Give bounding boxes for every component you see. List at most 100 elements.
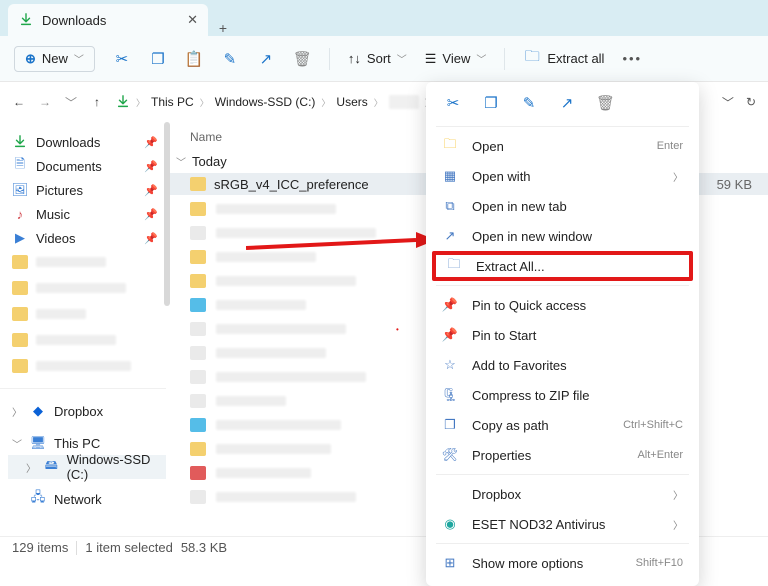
forward-button[interactable]: → <box>38 95 52 109</box>
sort-label: Sort <box>367 51 391 66</box>
status-item-count: 129 items <box>12 540 68 555</box>
chevron-down-icon: ﹀ <box>397 51 407 66</box>
command-bar: ⊕ New ﹀ ✂ ❐ 📋 ✎ ↗ 🗑 ↑↓ Sort ﹀ ☰ View ﹀ 🗀… <box>0 36 768 82</box>
network-icon: 🖧 <box>30 491 46 507</box>
ctx-open-with[interactable]: ▦Open with〉 <box>426 161 699 191</box>
pictures-icon: 🖼 <box>12 182 28 198</box>
share-icon[interactable]: ↗ <box>558 94 576 112</box>
pin-icon: 📌 <box>442 297 458 313</box>
sidebar-item-blurred[interactable] <box>12 354 166 378</box>
chevron-right-icon: 〉 <box>136 96 145 109</box>
videos-icon: ▶ <box>12 230 28 246</box>
crumb-this-pc[interactable]: This PC〉 <box>151 95 209 109</box>
copy-icon[interactable]: ❐ <box>149 50 167 68</box>
sort-button[interactable]: ↑↓ Sort ﹀ <box>348 51 407 66</box>
ctx-dropbox[interactable]: •Dropbox〉 <box>426 479 699 509</box>
sidebar-item-downloads[interactable]: Downloads📌 <box>12 130 166 154</box>
ctx-more-options[interactable]: ⊞Show more optionsShift+F10 <box>426 548 699 578</box>
view-icon: ☰ <box>425 51 437 67</box>
extract-icon: 🗀 <box>446 255 462 277</box>
ctx-add-favorites[interactable]: ☆Add to Favorites <box>426 350 699 380</box>
properties-icon: 🛠 <box>442 447 458 463</box>
sidebar-item-network[interactable]: 〉🖧Network <box>12 487 166 511</box>
ctx-extract-all[interactable]: 🗀Extract All... <box>432 251 693 281</box>
separator <box>504 48 505 70</box>
ctx-open-new-window[interactable]: ↗Open in new window <box>426 221 699 251</box>
ctx-properties[interactable]: 🛠PropertiesAlt+Enter <box>426 440 699 470</box>
sidebar-item-blurred[interactable] <box>12 276 166 300</box>
chevron-right-icon: 〉 <box>673 169 683 184</box>
new-window-icon: ↗ <box>442 228 458 244</box>
new-tab-icon: ⧉ <box>442 198 458 214</box>
documents-icon: 🗎 <box>12 158 28 174</box>
ctx-open[interactable]: 🗀OpenEnter <box>426 131 699 161</box>
ctx-copy-path[interactable]: ❐Copy as pathCtrl+Shift+C <box>426 410 699 440</box>
pin-icon: 📌 <box>144 136 166 149</box>
chevron-down-icon: ﹀ <box>74 51 84 66</box>
ctx-eset[interactable]: ◉ESET NOD32 Antivirus〉 <box>426 509 699 539</box>
sidebar-item-blurred[interactable] <box>12 250 166 274</box>
copy-path-icon: ❐ <box>442 417 458 433</box>
cut-icon[interactable]: ✂ <box>113 50 131 68</box>
crumb-drive[interactable]: Windows-SSD (C:)〉 <box>215 95 331 109</box>
rename-icon[interactable]: ✎ <box>520 94 538 112</box>
download-icon <box>116 95 130 109</box>
download-icon <box>12 134 28 150</box>
close-tab-icon[interactable]: ✕ <box>187 12 198 28</box>
star-icon: ☆ <box>442 357 458 373</box>
new-label: New <box>42 51 68 66</box>
sidebar: Downloads📌 🗎 Documents📌 🖼 Pictures📌 ♪ Mu… <box>0 122 170 536</box>
ctx-pin-quick[interactable]: 📌Pin to Quick access <box>426 290 699 320</box>
sidebar-item-blurred[interactable] <box>12 328 166 352</box>
refresh-button[interactable]: ↻ <box>746 95 756 109</box>
zip-icon: 🗜 <box>442 387 458 403</box>
separator <box>329 48 330 70</box>
sidebar-item-documents[interactable]: 🗎 Documents📌 <box>12 154 166 178</box>
sidebar-item-drive[interactable]: 〉🖴Windows-SSD (C:) <box>8 455 166 479</box>
view-label: View <box>442 51 470 66</box>
sort-icon: ↑↓ <box>348 51 361 66</box>
sidebar-item-music[interactable]: ♪ Music📌 <box>12 202 166 226</box>
recent-button[interactable]: ﹀ <box>64 94 78 111</box>
chevron-down-icon: ﹀ <box>476 51 486 66</box>
annotation-arrow <box>246 228 436 262</box>
ctx-pin-start[interactable]: 📌Pin to Start <box>426 320 699 350</box>
extract-icon: 🗀 <box>523 46 541 71</box>
sidebar-item-videos[interactable]: ▶ Videos📌 <box>12 226 166 250</box>
copy-icon[interactable]: ❐ <box>482 94 500 112</box>
more-button[interactable]: ••• <box>622 51 642 66</box>
file-name: sRGB_v4_ICC_preference <box>214 177 369 192</box>
music-icon: ♪ <box>12 206 28 222</box>
more-options-icon: ⊞ <box>442 555 458 571</box>
dropbox-icon: ◆ <box>30 403 46 419</box>
sidebar-item-blurred[interactable] <box>12 302 166 326</box>
add-tab-button[interactable]: + <box>208 20 238 36</box>
view-button[interactable]: ☰ View ﹀ <box>425 51 487 67</box>
zip-icon <box>190 177 206 191</box>
status-size: 58.3 KB <box>181 540 227 555</box>
folder-icon: 🗀 <box>442 135 458 157</box>
delete-icon[interactable]: 🗑 <box>596 94 614 112</box>
file-size: 59 KB <box>717 177 752 192</box>
sidebar-item-dropbox[interactable]: 〉◆Dropbox <box>12 399 166 423</box>
paste-icon: 📋 <box>185 50 203 68</box>
crumb-users[interactable]: Users〉 <box>336 95 382 109</box>
sidebar-item-pictures[interactable]: 🖼 Pictures📌 <box>12 178 166 202</box>
ctx-compress-zip[interactable]: 🗜Compress to ZIP file <box>426 380 699 410</box>
active-tab[interactable]: Downloads ✕ <box>8 4 208 36</box>
pc-icon: 🖥 <box>30 435 46 451</box>
share-icon[interactable]: ↗ <box>257 50 275 68</box>
dropdown-button[interactable]: ﹀ <box>722 94 734 111</box>
extract-all-button[interactable]: 🗀 Extract all <box>523 46 604 71</box>
rename-icon[interactable]: ✎ <box>221 50 239 68</box>
up-button[interactable]: ↑ <box>90 95 104 109</box>
back-button[interactable]: ← <box>12 95 26 109</box>
open-with-icon: ▦ <box>442 168 458 184</box>
ctx-open-new-tab[interactable]: ⧉Open in new tab <box>426 191 699 221</box>
new-button[interactable]: ⊕ New ﹀ <box>14 46 95 72</box>
plus-icon: ⊕ <box>25 51 36 67</box>
pin-icon: 📌 <box>442 327 458 343</box>
cut-icon[interactable]: ✂ <box>444 94 462 112</box>
delete-icon[interactable]: 🗑 <box>293 50 311 68</box>
tab-bar: Downloads ✕ + <box>0 0 768 36</box>
